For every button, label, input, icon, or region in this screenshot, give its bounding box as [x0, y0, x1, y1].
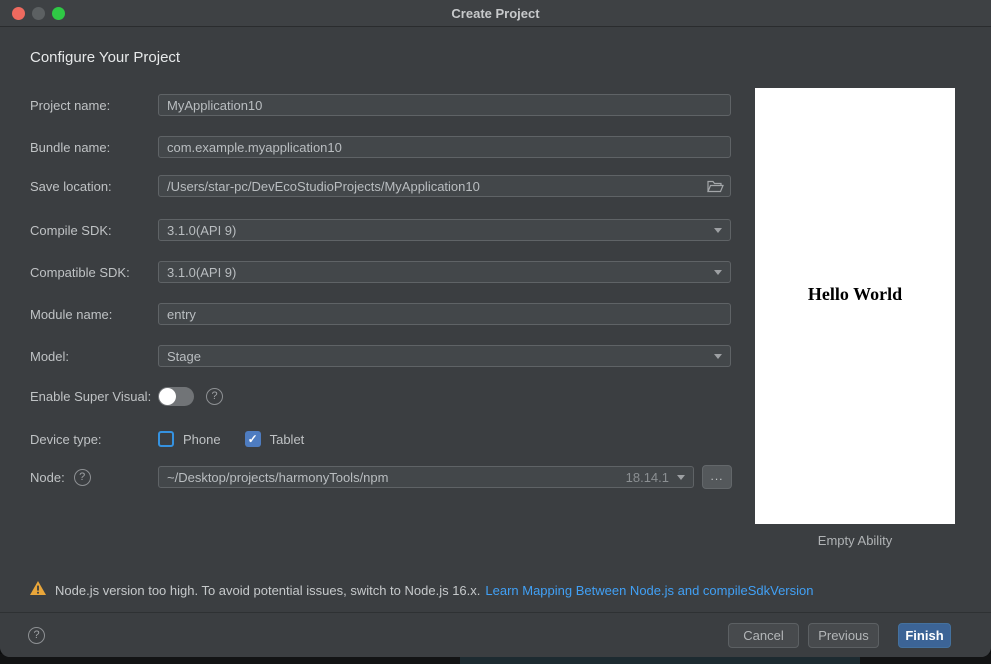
previous-button[interactable]: Previous [808, 623, 879, 648]
save-location-row: Save location: [30, 174, 731, 198]
chevron-down-icon [714, 269, 722, 275]
module-name-row: Module name: [30, 302, 731, 326]
compatible-sdk-select[interactable]: 3.1.0(API 9) [158, 261, 731, 283]
model-value: Stage [167, 348, 201, 364]
super-visual-help-icon[interactable]: ? [206, 387, 223, 405]
device-phone-option[interactable]: Phone [158, 431, 221, 447]
open-folder-icon[interactable] [706, 178, 724, 194]
compile-sdk-value: 3.1.0(API 9) [167, 222, 237, 238]
dialog-footer: ? Cancel Previous Finish [0, 612, 991, 657]
warning-text: Node.js version too high. To avoid poten… [55, 583, 481, 598]
finish-button[interactable]: Finish [898, 623, 951, 648]
module-name-input[interactable] [158, 303, 731, 325]
phone-checkbox-label: Phone [183, 431, 221, 447]
bundle-name-row: Bundle name: [30, 135, 731, 159]
node-row: Node: ? ~/Desktop/projects/harmonyTools/… [30, 465, 732, 489]
compatible-sdk-row: Compatible SDK: 3.1.0(API 9) [30, 260, 731, 284]
project-name-row: Project name: [30, 93, 731, 117]
page-title: Configure Your Project [30, 49, 181, 66]
preview-caption: Empty Ability [817, 533, 893, 548]
chevron-down-icon [714, 227, 722, 233]
device-type-row: Device type: Phone ✓ Tablet [30, 427, 304, 451]
super-visual-toggle[interactable] [158, 386, 194, 406]
help-icon[interactable]: ? [28, 627, 45, 644]
nodejs-warning: Node.js version too high. To avoid poten… [30, 581, 813, 600]
warning-learn-more-link[interactable]: Learn Mapping Between Node.js and compil… [485, 583, 813, 598]
compatible-sdk-value: 3.1.0(API 9) [167, 264, 237, 280]
node-help-icon[interactable]: ? [73, 468, 91, 486]
enable-super-visual-label: Enable Super Visual: [30, 388, 152, 404]
node-browse-button[interactable]: ... [702, 465, 732, 489]
create-project-dialog: Create Project Configure Your Project Pr… [0, 0, 991, 657]
save-location-label: Save location: [30, 178, 112, 194]
module-name-label: Module name: [30, 306, 113, 322]
node-label-group: Node: ? [30, 468, 158, 486]
compile-sdk-label: Compile SDK: [30, 222, 112, 238]
chevron-down-icon [714, 353, 722, 359]
compatible-sdk-label: Compatible SDK: [30, 264, 130, 280]
toggle-knob [159, 387, 176, 405]
compile-sdk-select[interactable]: 3.1.0(API 9) [158, 219, 731, 241]
device-type-label: Device type: [30, 431, 102, 447]
node-version-value: 18.14.1 [625, 469, 669, 485]
titlebar: Create Project [0, 0, 991, 27]
ability-preview-panel: Hello World [755, 88, 955, 524]
project-name-input[interactable] [158, 94, 731, 116]
cancel-button[interactable]: Cancel [728, 623, 799, 648]
save-location-input[interactable] [158, 175, 731, 197]
model-select[interactable]: Stage [158, 345, 731, 367]
node-label: Node: [30, 469, 65, 485]
model-label: Model: [30, 348, 70, 364]
node-version-chevron-icon[interactable] [677, 474, 685, 480]
phone-checkbox[interactable] [158, 431, 174, 447]
warning-triangle-icon [30, 581, 46, 600]
node-path-value: ~/Desktop/projects/harmonyTools/npm [167, 469, 389, 485]
tablet-checkbox-label: Tablet [269, 431, 305, 447]
background-window-glow [460, 656, 860, 664]
project-name-label: Project name: [30, 97, 111, 113]
window-title: Create Project [451, 6, 540, 21]
compile-sdk-row: Compile SDK: 3.1.0(API 9) [30, 218, 731, 242]
model-row: Model: Stage [30, 344, 731, 368]
node-path-field[interactable]: ~/Desktop/projects/harmonyTools/npm 18.1… [158, 466, 694, 488]
preview-hello-world-text: Hello World [807, 284, 903, 304]
bundle-name-label: Bundle name: [30, 139, 111, 155]
enable-super-visual-row: Enable Super Visual: ? [30, 384, 223, 408]
tablet-checkbox[interactable]: ✓ [244, 431, 261, 447]
device-tablet-option[interactable]: ✓ Tablet [244, 431, 305, 447]
bundle-name-input[interactable] [158, 136, 731, 158]
